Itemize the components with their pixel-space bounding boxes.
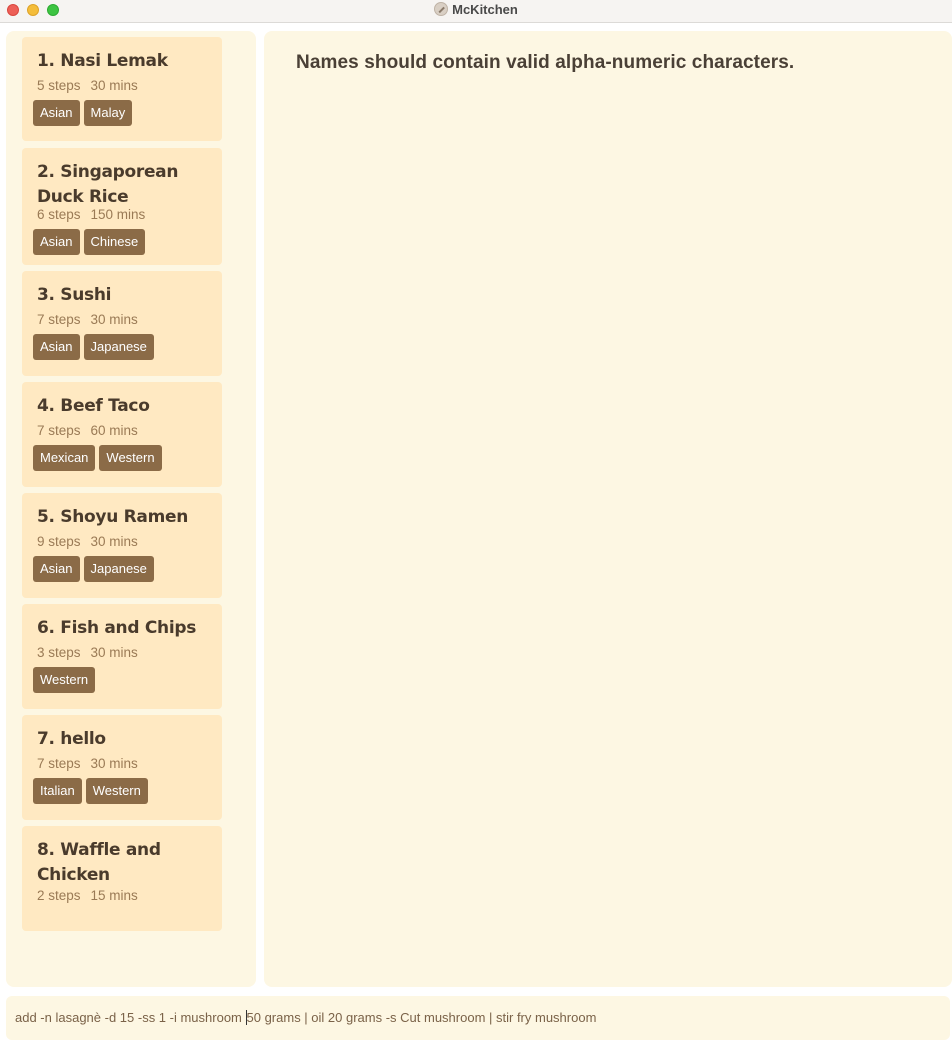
recipe-tags: Asian Japanese	[33, 556, 154, 582]
window-title: McKitchen	[452, 2, 518, 17]
result-message: Names should contain valid alpha-numeric…	[296, 52, 795, 73]
recipe-title: 7. hello	[37, 729, 106, 749]
recipe-card[interactable]: 6. Fish and Chips 3 steps 30 mins Western	[22, 604, 222, 709]
recipe-card[interactable]: 2. Singaporean Duck Rice 6 steps 150 mins…	[22, 148, 222, 265]
recipe-title: 6. Fish and Chips	[37, 618, 197, 638]
recipe-steps: 7 steps	[37, 423, 81, 438]
recipe-title: 4. Beef Taco	[37, 396, 150, 416]
recipe-meta: 5 steps 30 mins	[37, 78, 138, 93]
tag: Asian	[33, 334, 80, 360]
recipe-steps: 3 steps	[37, 645, 81, 660]
tag: Japanese	[83, 556, 154, 582]
recipe-time: 30 mins	[90, 756, 138, 771]
recipe-meta: 9 steps 30 mins	[37, 534, 138, 549]
tag: Western	[33, 667, 96, 693]
recipe-meta: 7 steps 60 mins	[37, 423, 138, 438]
tag: Asian	[33, 229, 80, 255]
tag: Western	[85, 778, 148, 804]
recipe-tags: Italian Western	[33, 778, 148, 804]
app-logo-icon	[434, 2, 449, 16]
command-input-text[interactable]: add -n lasagnè -d 15 -ss 1 -i mushroom 5…	[15, 1010, 596, 1025]
command-text-before-caret: add -n lasagnè -d 15 -ss 1 -i mushroom	[15, 1010, 246, 1025]
tag: Malay	[83, 100, 133, 126]
window-title-wrap: McKitchen	[0, 2, 952, 17]
recipe-meta: 2 steps 15 mins	[37, 888, 138, 903]
recipe-meta: 3 steps 30 mins	[37, 645, 138, 660]
recipe-tags: Asian Malay	[33, 100, 133, 126]
tag: Japanese	[83, 334, 154, 360]
recipe-meta: 7 steps 30 mins	[37, 312, 138, 327]
recipe-card[interactable]: 1. Nasi Lemak 5 steps 30 mins Asian Malay	[22, 37, 222, 141]
recipe-steps: 5 steps	[37, 78, 81, 93]
recipe-meta: 6 steps 150 mins	[37, 207, 145, 222]
recipe-card[interactable]: 5. Shoyu Ramen 9 steps 30 mins Asian Japa…	[22, 493, 222, 598]
app-body: 1. Nasi Lemak 5 steps 30 mins Asian Malay…	[0, 24, 952, 1043]
tag: Western	[99, 445, 162, 471]
recipe-tags: Asian Japanese	[33, 334, 154, 360]
recipe-steps: 9 steps	[37, 534, 81, 549]
recipe-time: 30 mins	[90, 534, 138, 549]
recipe-time: 60 mins	[90, 423, 138, 438]
recipe-time: 150 mins	[90, 207, 146, 222]
command-text-after-caret: 50 grams | oil 20 grams -s Cut mushroom …	[246, 1010, 597, 1025]
recipe-steps: 7 steps	[37, 312, 81, 327]
recipe-title: 2. Singaporean Duck Rice	[37, 162, 179, 207]
recipe-time: 30 mins	[90, 78, 138, 93]
tag: Asian	[33, 100, 80, 126]
recipe-time: 15 mins	[90, 888, 138, 903]
tag: Mexican	[33, 445, 96, 471]
recipe-card[interactable]: 4. Beef Taco 7 steps 60 mins Mexican West…	[22, 382, 222, 487]
recipe-card[interactable]: 7. hello 7 steps 30 mins Italian Western	[22, 715, 222, 820]
tag: Italian	[33, 778, 82, 804]
recipe-title: 1. Nasi Lemak	[37, 51, 168, 71]
tag: Asian	[33, 556, 80, 582]
tag: Chinese	[83, 229, 146, 255]
recipe-tags: Western	[33, 667, 96, 693]
recipe-time: 30 mins	[90, 312, 138, 327]
recipe-card[interactable]: 8. Waffle and Chicken 2 steps 15 mins	[22, 826, 222, 931]
recipe-meta: 7 steps 30 mins	[37, 756, 138, 771]
recipe-tags: Mexican Western	[33, 445, 162, 471]
recipe-card[interactable]: 3. Sushi 7 steps 30 mins Asian Japanese	[22, 271, 222, 376]
recipe-list-panel[interactable]: 1. Nasi Lemak 5 steps 30 mins Asian Malay…	[6, 31, 256, 987]
recipe-title: 8. Waffle and Chicken	[37, 840, 161, 885]
recipe-tags: Asian Chinese	[33, 229, 146, 255]
recipe-steps: 7 steps	[37, 756, 81, 771]
recipe-steps: 6 steps	[37, 207, 81, 222]
recipe-steps: 2 steps	[37, 888, 81, 903]
recipe-time: 30 mins	[90, 645, 138, 660]
recipe-title: 5. Shoyu Ramen	[37, 507, 189, 527]
recipe-title: 3. Sushi	[37, 285, 112, 305]
command-input[interactable]: add -n lasagnè -d 15 -ss 1 -i mushroom 5…	[6, 996, 950, 1040]
result-display-panel: Names should contain valid alpha-numeric…	[264, 31, 952, 987]
title-bar: McKitchen	[0, 0, 952, 23]
